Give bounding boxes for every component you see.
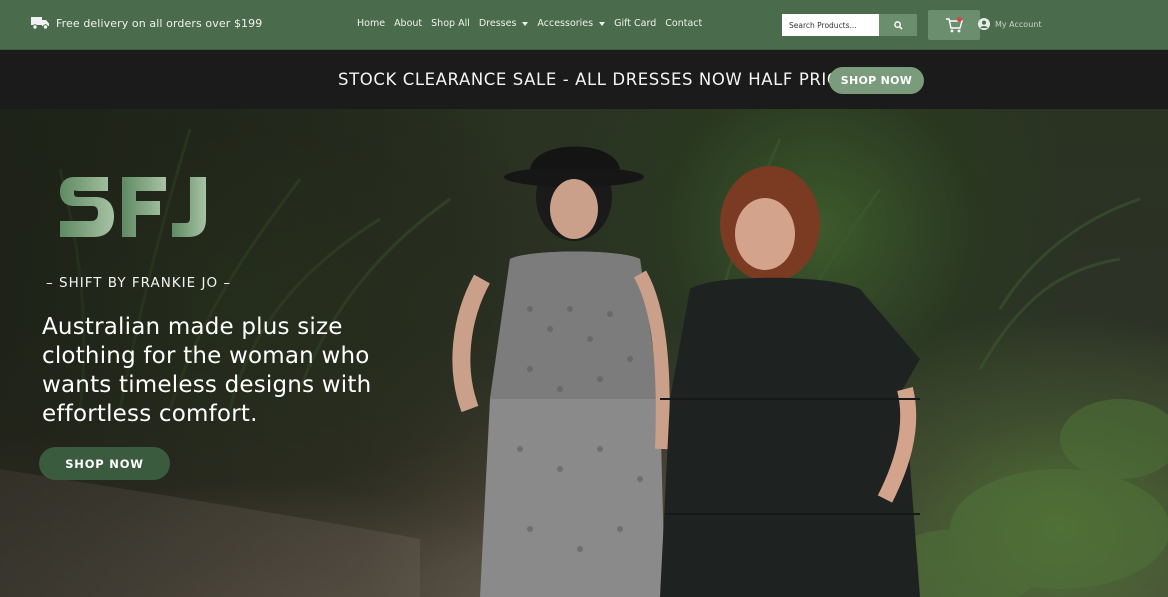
account-link[interactable]: My Account	[978, 18, 1041, 30]
brand-tagline: – SHIFT BY FRANKIE JO –	[46, 275, 232, 291]
search-button[interactable]	[879, 14, 917, 36]
nav-item-accessories[interactable]: Accessories	[537, 18, 606, 29]
cart-button[interactable]	[928, 10, 980, 40]
nav-label: Contact	[665, 18, 703, 29]
nav-label: Dresses	[478, 18, 517, 29]
account-icon	[978, 18, 990, 30]
chevron-down-icon	[522, 21, 529, 26]
nav-item-gift-card[interactable]: Gift Card	[614, 18, 656, 29]
nav-label: Gift Card	[614, 18, 657, 29]
hero-banner: – SHIFT BY FRANKIE JO – Australian made …	[0, 109, 1168, 597]
announcement-bar: STOCK CLEARANCE SALE - ALL DRESSES NOW H…	[0, 51, 1168, 109]
nav-item-shop-all[interactable]: Shop All	[431, 18, 470, 29]
nav-item-about[interactable]: About	[394, 18, 422, 29]
nav-label: Accessories	[537, 18, 594, 29]
search-icon	[893, 20, 903, 30]
cart-count-badge	[957, 17, 962, 22]
nav-item-home[interactable]: Home	[357, 18, 385, 29]
truck-icon	[31, 17, 49, 30]
search-input[interactable]	[782, 14, 879, 36]
account-label: My Account	[995, 19, 1042, 29]
models-photo	[452, 146, 920, 597]
delivery-text: Free delivery on all orders over $199	[56, 16, 263, 30]
nav-item-dresses[interactable]: Dresses	[479, 18, 529, 29]
nav-label: Home	[357, 18, 386, 29]
delivery-notice: Free delivery on all orders over $199	[31, 16, 262, 30]
top-bar: Free delivery on all orders over $199 Ho…	[0, 0, 1168, 50]
nav-label: Shop All	[431, 18, 470, 29]
chevron-down-icon	[599, 21, 606, 26]
nav-item-contact[interactable]: Contact	[665, 18, 702, 29]
main-nav: Home About Shop All Dresses Accessories …	[357, 18, 711, 29]
announcement-shop-now-button[interactable]: SHOP NOW	[829, 67, 924, 94]
sfj-logo	[60, 177, 206, 237]
nav-label: About	[394, 18, 423, 29]
hero-shop-now-button[interactable]: SHOP NOW	[39, 447, 170, 480]
announcement-text: STOCK CLEARANCE SALE - ALL DRESSES NOW H…	[338, 70, 851, 89]
hero-headline: Australian made plus size clothing for t…	[42, 314, 372, 427]
